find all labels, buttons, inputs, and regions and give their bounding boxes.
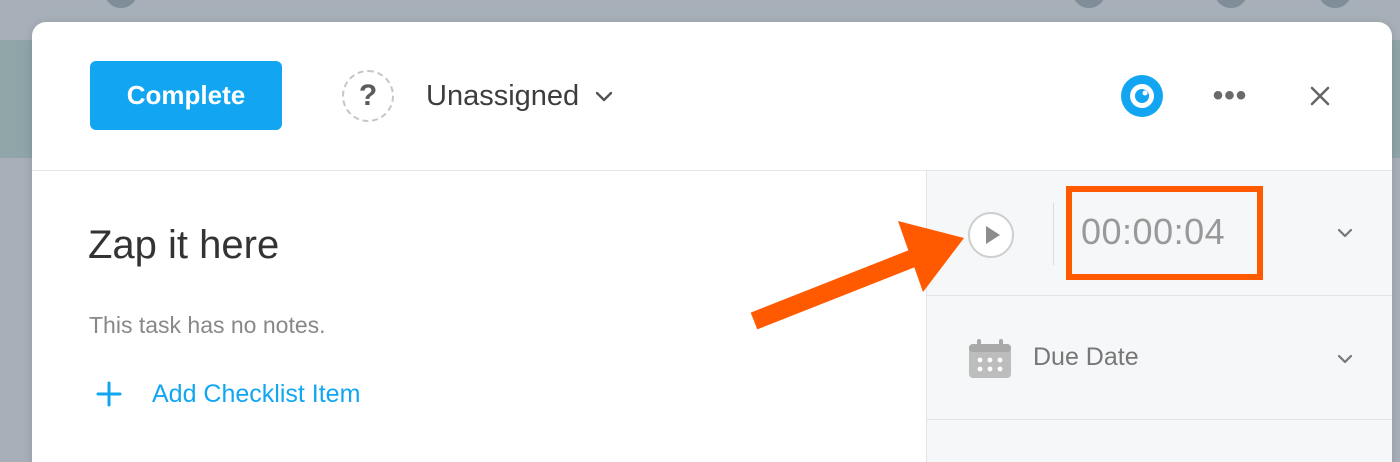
task-notes[interactable]: This task has no notes.	[89, 312, 326, 339]
chevron-down-icon	[595, 91, 613, 102]
background-avatar	[1072, 0, 1106, 8]
background-avatar	[104, 0, 138, 8]
due-date-label: Due Date	[1033, 343, 1139, 371]
more-dots-icon[interactable]: •••	[1208, 78, 1252, 114]
task-title[interactable]: Zap it here	[88, 223, 279, 268]
add-checklist-item-button[interactable]: Add Checklist Item	[94, 379, 360, 409]
complete-button[interactable]: Complete	[90, 61, 282, 130]
timer-highlight-box	[1066, 186, 1263, 280]
modal-header: Complete ? Unassigned •••	[32, 22, 1392, 171]
chevron-down-icon[interactable]	[1335, 226, 1355, 240]
chevron-down-icon	[1337, 354, 1353, 364]
calendar-icon	[969, 339, 1011, 378]
eye-icon[interactable]	[1118, 72, 1166, 120]
question-avatar-icon: ?	[342, 70, 394, 122]
annotation-arrow-icon	[750, 221, 964, 330]
plus-icon	[96, 381, 122, 407]
background-avatar	[1318, 0, 1352, 8]
due-date-row[interactable]: Due Date	[927, 296, 1392, 420]
close-icon[interactable]	[1302, 78, 1338, 114]
background-avatar	[1214, 0, 1248, 8]
assignee-label: Unassigned	[426, 79, 580, 112]
timer-divider	[1053, 203, 1054, 265]
add-checklist-label: Add Checklist Item	[152, 379, 361, 408]
assignee-selector[interactable]: ? Unassigned	[342, 69, 615, 123]
